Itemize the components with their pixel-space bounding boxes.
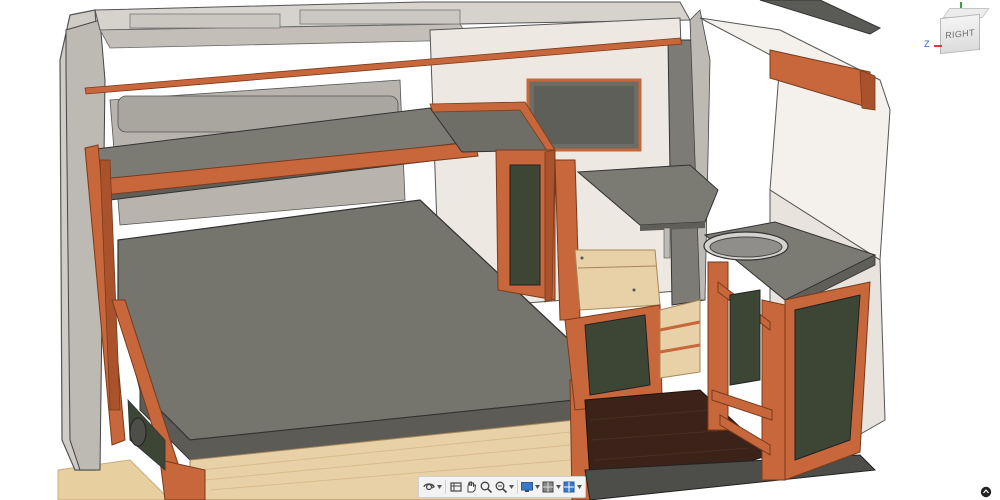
3d-viewport[interactable] — [0, 0, 1000, 500]
pan-icon[interactable] — [464, 478, 478, 496]
corner-navigation-icon[interactable] — [980, 486, 992, 498]
orbit-icon[interactable] — [422, 478, 436, 496]
bench-drawer-front — [574, 249, 661, 311]
x-axis-indicator — [934, 45, 942, 47]
toolbar-divider — [445, 480, 446, 494]
navigation-toolbar — [418, 476, 586, 498]
look-at-icon[interactable] — [449, 478, 463, 496]
display-dropdown-chevron-down-icon[interactable] — [535, 478, 540, 496]
orbit-dropdown-chevron-down-icon[interactable] — [437, 478, 442, 496]
van-interior-model[interactable] — [0, 0, 1000, 500]
viewcube-right-face[interactable]: RIGHT — [940, 13, 980, 55]
zoom-dropdown-chevron-down-icon[interactable] — [508, 478, 514, 496]
fit-window-icon[interactable] — [494, 478, 508, 496]
viewports-icon[interactable] — [562, 478, 576, 496]
z-axis-label: Z — [924, 39, 930, 49]
display-settings-icon[interactable] — [520, 478, 534, 496]
viewcube-face-label: RIGHT — [945, 27, 975, 41]
zoom-icon[interactable] — [479, 478, 493, 496]
toolbar-divider — [516, 480, 517, 494]
viewports-dropdown-chevron-down-icon[interactable] — [577, 478, 582, 496]
grid-snaps-icon[interactable] — [541, 478, 555, 496]
grid-dropdown-chevron-down-icon[interactable] — [556, 478, 561, 496]
viewcube[interactable]: RIGHT Z — [922, 2, 996, 64]
